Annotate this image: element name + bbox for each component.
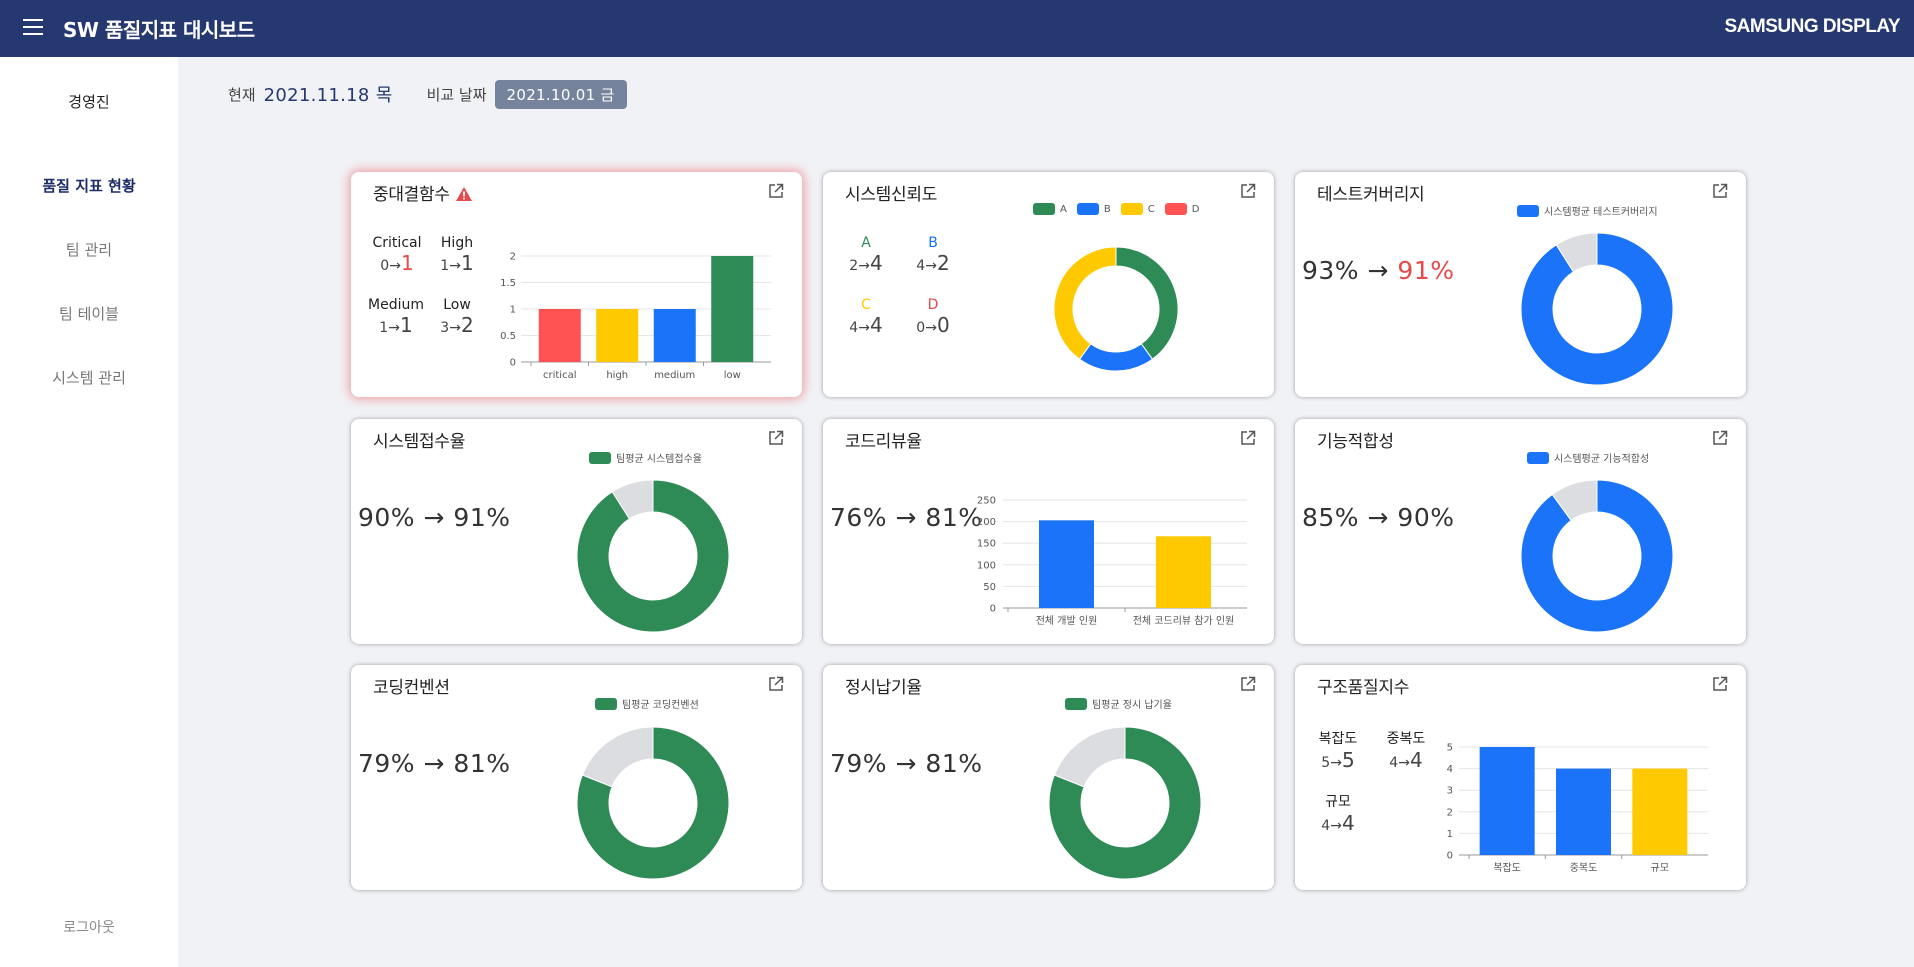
y-tick-label: 150: [977, 539, 996, 550]
y-tick-label: 3: [1447, 786, 1453, 797]
top-bar: SW 품질지표 대시보드 SAMSUNG DISPLAY: [0, 0, 1914, 57]
bar[interactable]: [1156, 536, 1211, 608]
brand-logo: SAMSUNG DISPLAY: [1724, 16, 1901, 37]
bar[interactable]: [653, 309, 696, 362]
sidebar-item-system-management[interactable]: 시스템 관리: [0, 367, 178, 388]
compare-date-picker[interactable]: 2021.10.01 금: [494, 79, 627, 109]
sidebar-item-quality-status[interactable]: 품질 지표 현황: [0, 175, 178, 196]
x-tick-label: 전체 개발 인원: [1036, 615, 1098, 627]
card-code-review: 코드리뷰율 76% → 81% 0 50 100 150 200 250 전체 개발 인원 전…: [823, 419, 1274, 644]
donut-chart-delivery: [1048, 726, 1202, 880]
card-structure-quality: 구조품질지수 복잡도 5→5 중복도 4→4 규모 4→4 0 1 2 3 4 5 복잡도 중복도 규…: [1295, 665, 1746, 890]
x-tick-label: 중복도: [1570, 862, 1598, 874]
donut-chart-functional: [1520, 479, 1674, 633]
y-tick-label: 5: [1447, 743, 1453, 754]
app-title: SW 품질지표 대시보드: [63, 18, 255, 42]
compare-date-label: 비교 날짜: [426, 85, 487, 104]
donut-chart-convention: [576, 726, 730, 880]
bar[interactable]: [596, 309, 639, 362]
menu-icon[interactable]: [23, 19, 43, 35]
x-tick-label: low: [724, 370, 741, 381]
bar[interactable]: [1479, 747, 1535, 855]
y-tick-label: 2: [510, 252, 516, 263]
x-tick-label: high: [606, 370, 628, 381]
sidebar-item-team-management[interactable]: 팀 관리: [0, 239, 178, 260]
y-tick-label: 2: [1447, 807, 1453, 818]
y-tick-label: 1: [1447, 829, 1453, 840]
card-on-time-delivery: 정시납기율 79% → 81% 팀평균 정시 납기율: [823, 665, 1274, 890]
x-tick-label: 전체 코드리뷰 참가 인원: [1133, 615, 1235, 627]
bar[interactable]: [1632, 768, 1688, 855]
y-tick-label: 50: [983, 582, 996, 593]
donut-chart-acceptance: [576, 479, 730, 633]
y-tick-label: 1.5: [500, 278, 516, 289]
y-tick-label: 100: [977, 560, 996, 571]
bar[interactable]: [711, 256, 754, 362]
y-tick-label: 0: [990, 604, 996, 615]
x-tick-label: 복잡도: [1493, 862, 1521, 874]
card-critical-defects: 중대결함수 Critical 0→1 High 1→1 Medium 1→1 Low 3…: [351, 172, 802, 397]
card-test-coverage: 테스트커버리지 93% → 91% 시스템평균 테스트커버리지: [1295, 172, 1746, 397]
donut-slice[interactable]: [581, 726, 654, 788]
x-tick-label: medium: [654, 370, 695, 381]
sidebar: 경영진 품질 지표 현황 팀 관리 팀 테이블 시스템 관리 로그아웃: [0, 57, 178, 967]
y-tick-label: 0: [1447, 851, 1453, 862]
y-tick-label: 0: [510, 358, 516, 369]
y-tick-label: 1: [510, 305, 516, 316]
bar[interactable]: [1556, 768, 1611, 855]
sidebar-item-team-table[interactable]: 팀 테이블: [0, 303, 178, 324]
x-tick-label: 규모: [1651, 863, 1669, 874]
donut-chart-coverage: [1520, 232, 1674, 386]
bar-chart-critical: 0 0.5 1 1.5 2 critical high medium low: [500, 252, 771, 381]
card-system-acceptance: 시스템접수율 90% → 91% 팀평균 시스템접수율: [351, 419, 802, 644]
card-coding-convention: 코딩컨벤션 79% → 81% 팀평균 코딩컨벤션: [351, 665, 802, 890]
bar-chart-structure: 0 1 2 3 4 5 복잡도 중복도 규모: [1447, 743, 1708, 874]
x-tick-label: critical: [543, 370, 577, 381]
card-system-reliability: 시스템신뢰도 A B C D A 2→4 B 4→2 C 4→4 D 0→0: [823, 172, 1274, 397]
current-date-label: 현재: [228, 85, 256, 104]
y-tick-label: 200: [977, 517, 996, 528]
sidebar-user: 경영진: [68, 93, 110, 111]
card-functional-suitability: 기능적합성 85% → 90% 시스템평균 기능적합성: [1295, 419, 1746, 644]
y-tick-label: 250: [977, 496, 996, 507]
donut-slice[interactable]: [1078, 343, 1154, 372]
bar[interactable]: [1039, 520, 1094, 608]
current-date: 2021.11.18 목: [263, 85, 393, 106]
y-tick-label: 4: [1447, 764, 1453, 775]
bar[interactable]: [538, 309, 581, 362]
bar-chart-code-review: 0 50 100 150 200 250 전체 개발 인원 전체 코드리뷰 참가 인원: [977, 496, 1247, 627]
donut-chart-reliability: [1053, 246, 1179, 372]
donut-slice[interactable]: [1053, 726, 1126, 788]
date-bar: 현재 2021.11.18 목 비교 날짜 2021.10.01 금: [228, 79, 627, 109]
donut-slice[interactable]: [1115, 246, 1179, 360]
logout-button[interactable]: 로그아웃: [0, 917, 178, 937]
donut-slice[interactable]: [1053, 246, 1117, 360]
y-tick-label: 0.5: [500, 331, 516, 342]
